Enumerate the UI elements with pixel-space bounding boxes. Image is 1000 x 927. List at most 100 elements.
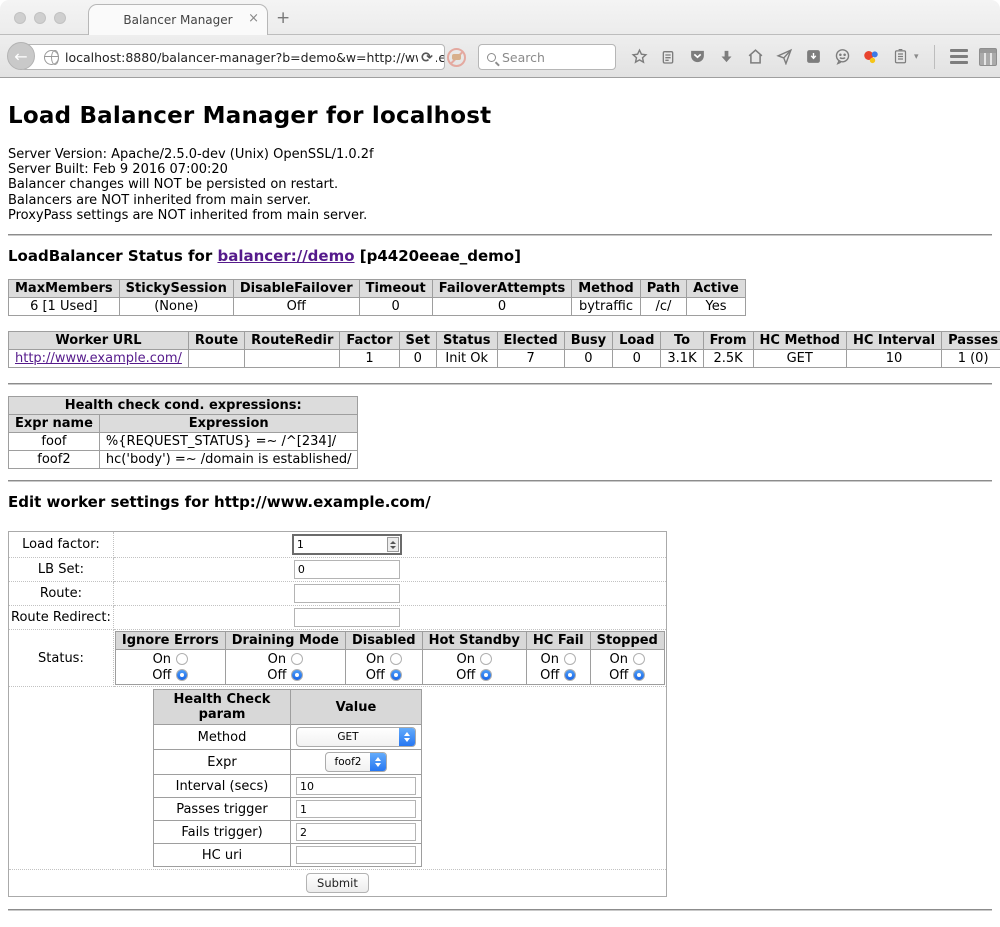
back-button[interactable]: ←	[7, 42, 35, 70]
stopped-on-radio[interactable]	[633, 653, 645, 665]
col-route: Route	[188, 332, 244, 350]
hc-row-passes: Passes trigger	[154, 798, 422, 821]
hc-fail-on-radio[interactable]	[564, 653, 576, 665]
load-factor-stepper[interactable]	[292, 534, 402, 555]
zoom-window-button[interactable]	[54, 12, 66, 24]
hc-fail-off-radio[interactable]	[564, 669, 576, 681]
fails-input[interactable]	[296, 823, 416, 841]
url-bar[interactable]: localhost:8880/balancer-manager?b=demo&w…	[21, 44, 445, 70]
form-row-route: Route:	[9, 582, 667, 606]
chat-smiley-icon[interactable]	[833, 48, 851, 66]
adblock-icon[interactable]	[447, 48, 466, 67]
cell-from: 2.5K	[703, 350, 753, 368]
load-factor-input[interactable]	[294, 538, 387, 551]
draining-mode-on-radio[interactable]	[291, 653, 303, 665]
passes-input[interactable]	[296, 800, 416, 818]
balancer-status-heading: LoadBalancer Status for balancer://demo …	[8, 247, 992, 265]
notice-persist: Balancer changes will NOT be persisted o…	[8, 177, 992, 192]
method-select-value: GET	[297, 731, 399, 743]
col-passes: Passes	[942, 332, 1000, 350]
tab-balancer-manager[interactable]: Balancer Manager ×	[88, 4, 268, 35]
on-label: On	[610, 652, 628, 667]
page-title: Load Balancer Manager for localhost	[8, 78, 992, 129]
download-icon[interactable]	[717, 48, 735, 66]
cell-load: 0	[613, 350, 661, 368]
share-icon[interactable]	[775, 48, 793, 66]
select-arrows-icon	[399, 727, 415, 747]
stopped-off-radio[interactable]	[633, 669, 645, 681]
col-expr-name: Expr name	[9, 415, 100, 433]
load-factor-label: Load factor:	[9, 532, 114, 558]
server-built: Server Built: Feb 9 2016 07:00:20	[8, 162, 992, 177]
chevron-down-icon[interactable]: ▾	[914, 52, 919, 62]
cell-active: Yes	[687, 298, 746, 316]
on-label: On	[541, 652, 559, 667]
off-label: Off	[267, 668, 286, 683]
form-row-route-redirect: Route Redirect:	[9, 606, 667, 630]
panel-download-icon[interactable]	[804, 48, 822, 66]
bookmark-star-icon[interactable]	[630, 48, 648, 66]
cell-timeout: 0	[359, 298, 432, 316]
edit-worker-heading: Edit worker settings for http://www.exam…	[8, 493, 992, 511]
home-icon[interactable]	[746, 48, 764, 66]
on-label: On	[153, 652, 171, 667]
off-label: Off	[609, 668, 628, 683]
reload-icon[interactable]: ⟳	[418, 49, 436, 67]
tab-title: Balancer Manager	[123, 13, 232, 27]
cell-method: bytraffic	[572, 298, 640, 316]
cell-hc-interval: 10	[846, 350, 941, 368]
route-input[interactable]	[294, 584, 400, 603]
tab-close-icon[interactable]: ×	[248, 12, 259, 25]
hc-row-method: Method GET	[154, 725, 422, 750]
col-load: Load	[613, 332, 661, 350]
off-label: Off	[152, 668, 171, 683]
lb-set-input[interactable]	[294, 560, 400, 579]
status-cell-ignore-errors: On Off	[115, 650, 225, 685]
new-tab-button[interactable]: +	[276, 8, 290, 28]
spinner-icon[interactable]	[387, 537, 399, 552]
submit-button[interactable]: Submit	[306, 873, 369, 893]
col-set: Set	[399, 332, 436, 350]
reading-list-icon[interactable]	[659, 48, 677, 66]
server-version: Server Version: Apache/2.5.0-dev (Unix) …	[8, 147, 992, 162]
disabled-off-radio[interactable]	[390, 669, 402, 681]
cell-to: 3.1K	[661, 350, 703, 368]
toolbar-icons: ▾	[630, 35, 997, 78]
window-controls[interactable]	[14, 12, 66, 24]
form-row-submit: Submit	[9, 870, 667, 897]
hot-standby-off-radio[interactable]	[480, 669, 492, 681]
cell-hc-method: GET	[753, 350, 846, 368]
status-cell-hc-fail: On Off	[526, 650, 590, 685]
on-label: On	[268, 652, 286, 667]
interval-input[interactable]	[296, 777, 416, 795]
ignore-errors-off-radio[interactable]	[176, 669, 188, 681]
url-text[interactable]: localhost:8880/balancer-manager?b=demo&w…	[65, 50, 444, 65]
expr-select[interactable]: foof2	[325, 752, 387, 772]
menu-icon[interactable]	[950, 49, 968, 64]
form-row-load-factor: Load factor:	[9, 532, 667, 558]
colored-dots-icon[interactable]	[862, 48, 880, 66]
minimize-window-button[interactable]	[34, 12, 46, 24]
cell-routeredir	[245, 350, 340, 368]
hc-uri-input[interactable]	[296, 846, 416, 864]
method-select[interactable]: GET	[296, 727, 416, 747]
table-row: 6 [1 Used] (None) Off 0 0 bytraffic /c/ …	[9, 298, 746, 316]
hot-standby-on-radio[interactable]	[480, 653, 492, 665]
ignore-errors-on-radio[interactable]	[176, 653, 188, 665]
globe-icon	[44, 50, 59, 65]
close-window-button[interactable]	[14, 12, 26, 24]
search-placeholder: Search	[502, 50, 545, 65]
pocket-icon[interactable]	[688, 48, 706, 66]
route-redirect-input[interactable]	[294, 608, 400, 627]
draining-mode-off-radio[interactable]	[291, 669, 303, 681]
balancer-demo-link[interactable]: balancer://demo	[217, 247, 354, 265]
search-bar[interactable]: Search	[478, 44, 616, 70]
browser-window: Balancer Manager × + ← localhost:8880/ba…	[0, 0, 1000, 927]
sidebar-list-icon[interactable]	[891, 48, 909, 66]
extension-grid-icon[interactable]	[979, 48, 997, 66]
col-busy: Busy	[564, 332, 612, 350]
table-row: foof %{REQUEST_STATUS} =~ /^[234]/	[9, 433, 358, 451]
heading-prefix: LoadBalancer Status for	[8, 247, 217, 265]
disabled-on-radio[interactable]	[390, 653, 402, 665]
worker-url-link[interactable]: http://www.example.com/	[15, 351, 182, 366]
